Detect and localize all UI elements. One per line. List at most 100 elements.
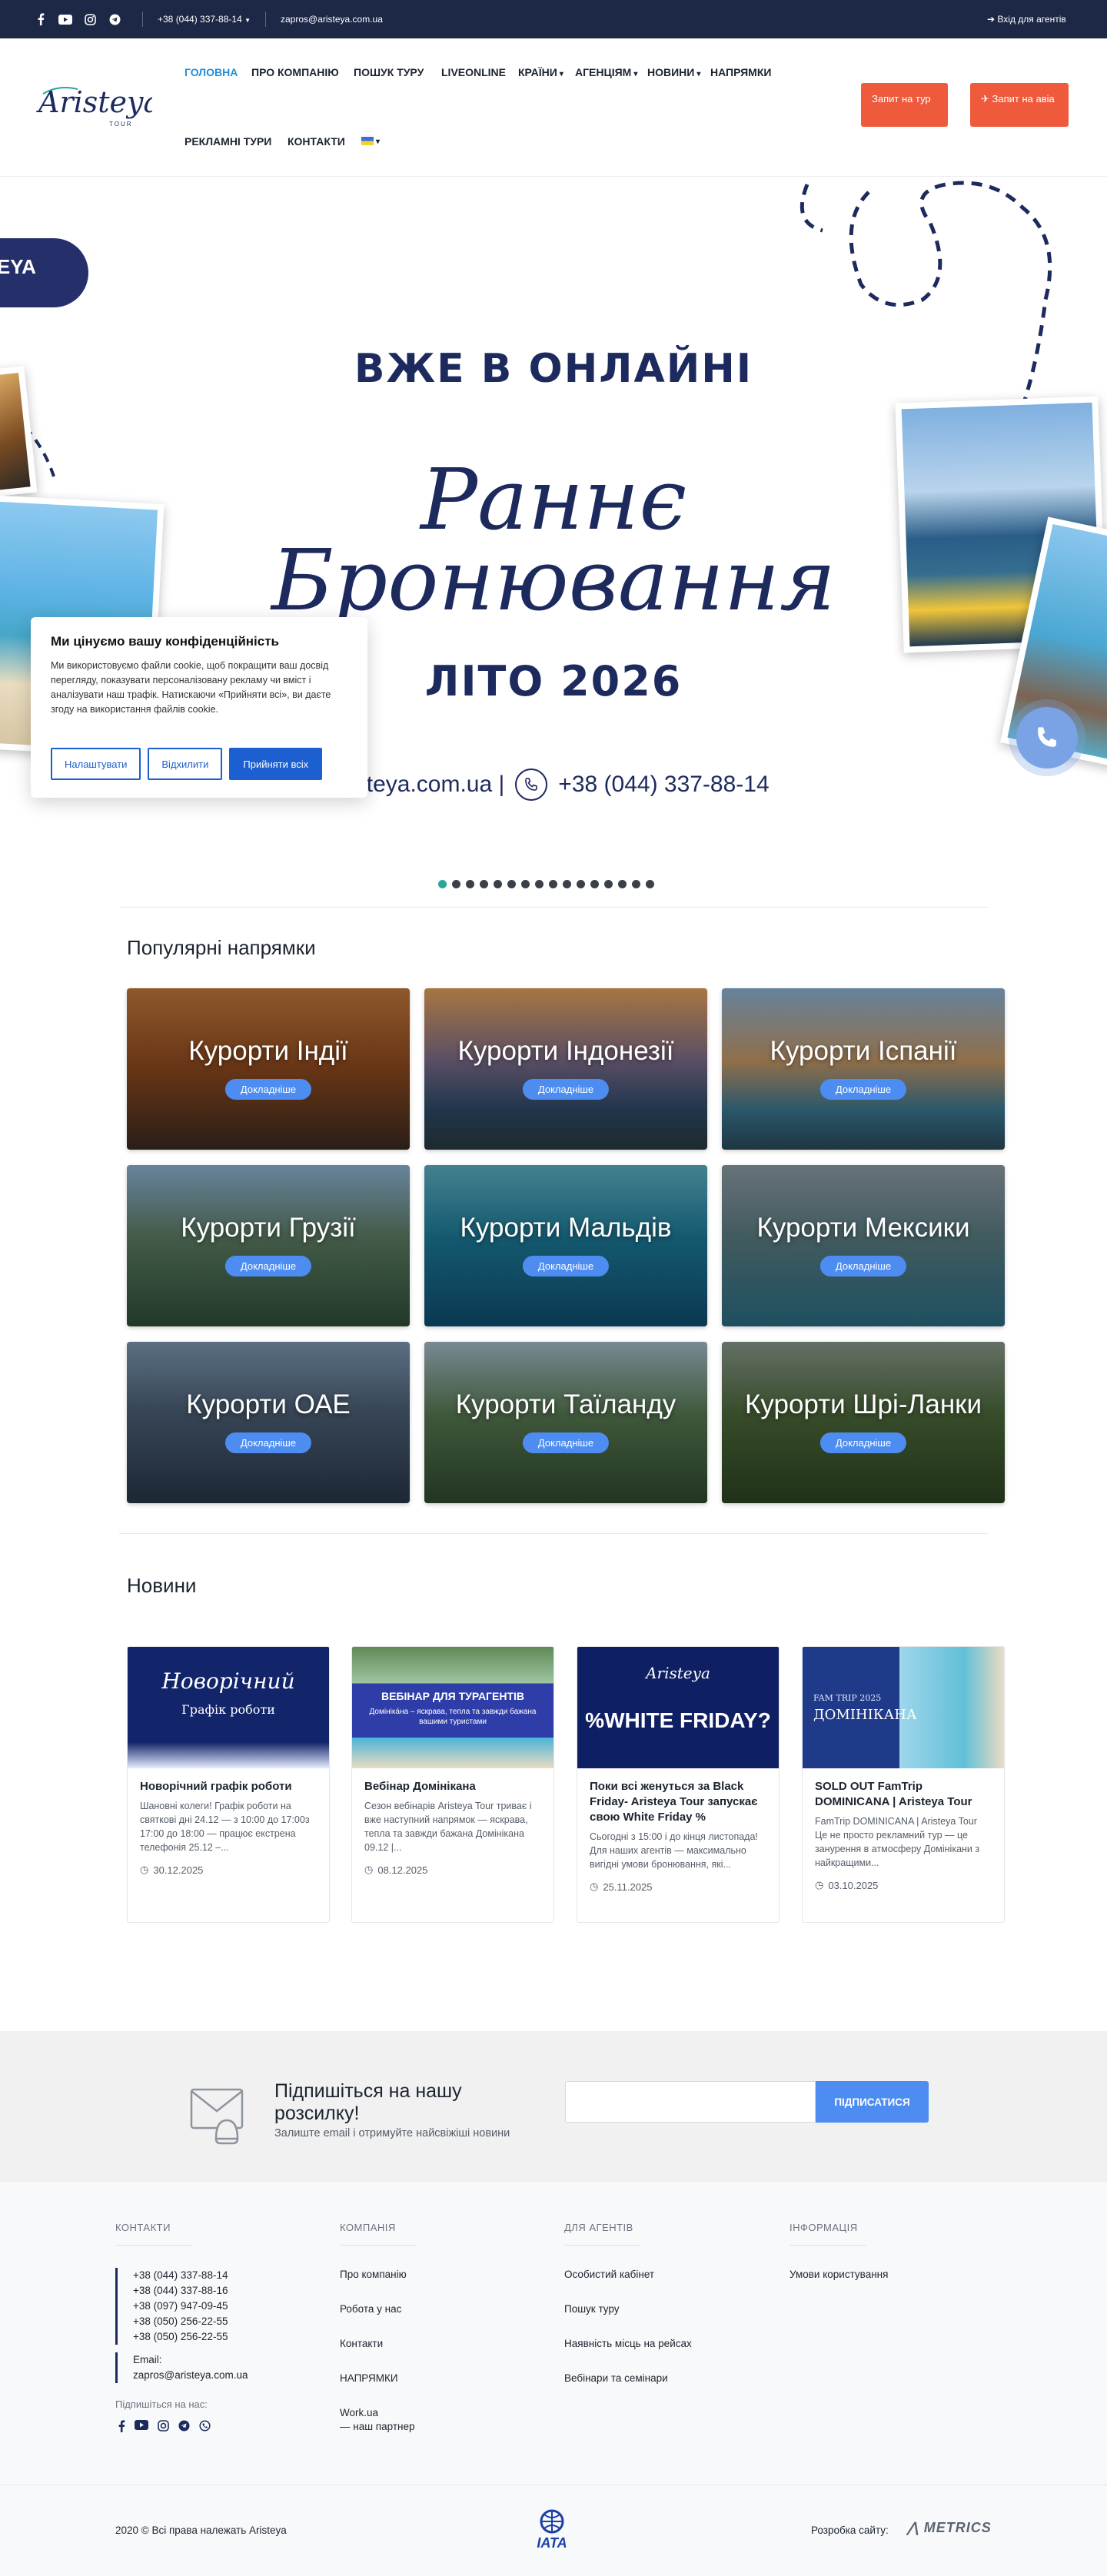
footer-link[interactable]: Work.ua [340, 2406, 378, 2420]
footer-phone[interactable]: +38 (050) 256-22-55 [133, 2314, 228, 2329]
footer-link[interactable]: Про компанію [340, 2268, 407, 2282]
slider-dot[interactable] [646, 880, 654, 888]
destination-card[interactable]: Курорти ОАЕ Докладніше [127, 1342, 410, 1503]
slider-dot[interactable] [563, 880, 571, 888]
footer-link[interactable]: Особистий кабінет [564, 2268, 654, 2282]
slider-dot[interactable] [535, 880, 544, 888]
nav-search[interactable]: ПОШУК ТУРУ [354, 66, 424, 78]
news-card-title[interactable]: SOLD OUT FamTrip DOMINICANA | Aristeya T… [815, 1779, 992, 1810]
topbar-phone[interactable]: +38 (044) 337-88-14 ▼ [158, 14, 251, 25]
callback-phone-button[interactable] [1016, 707, 1078, 768]
nav-directions[interactable]: НАПРЯМКИ [710, 66, 771, 78]
facebook-icon[interactable] [118, 2420, 125, 2436]
developer-logo[interactable]: ⋀ METRICS [907, 2520, 992, 2536]
instagram-icon[interactable] [158, 2420, 169, 2436]
nav-contacts[interactable]: КОНТАКТИ [288, 135, 345, 148]
footer-link[interactable]: Контакти [340, 2337, 383, 2351]
nav-agencies[interactable]: АГЕНЦІЯМ ▾ [575, 66, 637, 78]
slider-dots[interactable] [438, 880, 654, 888]
destination-card[interactable]: Курорти Мексики Докладніше [722, 1165, 1005, 1326]
slider-dot[interactable] [438, 880, 447, 888]
slider-dot[interactable] [577, 880, 585, 888]
slider-dot[interactable] [604, 880, 613, 888]
slider-dot[interactable] [521, 880, 530, 888]
viber-icon[interactable] [199, 2420, 211, 2436]
request-tour-button[interactable]: Запит на тур [861, 83, 948, 127]
nav-home[interactable]: ГОЛОВНА [184, 66, 238, 78]
cookie-accept-button[interactable]: Прийняти всіх [229, 748, 323, 780]
slider-dot[interactable] [618, 880, 627, 888]
footer-link[interactable]: НАПРЯМКИ [340, 2372, 398, 2385]
footer-col-agents: ДЛЯ АГЕНТІВ [564, 2222, 641, 2246]
destination-card[interactable]: Курорти Іспанії Докладніше [722, 988, 1005, 1150]
request-avia-button[interactable]: ✈ Запит на авіа [970, 83, 1069, 127]
nav-news[interactable]: НОВИНИ ▾ [647, 66, 700, 78]
slider-dot[interactable] [632, 880, 640, 888]
news-card[interactable]: Aristeya %WHITE FRIDAY? Поки всі женутьс… [577, 1646, 780, 1923]
destination-more-button[interactable]: Докладніше [819, 1256, 907, 1276]
destination-more-button[interactable]: Докладніше [224, 1256, 312, 1276]
footer-email[interactable]: zapros@aristeya.com.ua [133, 2368, 248, 2383]
footer-phone[interactable]: +38 (097) 947-09-45 [133, 2299, 228, 2314]
cookie-title: Ми цінуємо вашу конфіденційність [51, 634, 280, 649]
destination-card[interactable]: Курорти Шрі-Ланки Докладніше [722, 1342, 1005, 1503]
slider-dot[interactable] [466, 880, 474, 888]
destination-card[interactable]: Курорти Індонезії Докладніше [424, 988, 707, 1150]
destination-card[interactable]: Курорти Індії Докладніше [127, 988, 410, 1150]
subscribe-button[interactable]: ПІДПИСАТИСЯ [816, 2081, 929, 2123]
slider-dot[interactable] [507, 880, 516, 888]
hero-slider[interactable]: TEYA ВЖЕ В ОНЛАЙНІ Раннє Бронювання ЛІТО… [0, 177, 1107, 953]
facebook-icon[interactable] [34, 12, 48, 26]
cookie-reject-button[interactable]: Відхилити [148, 748, 223, 780]
newsletter-email-input[interactable] [565, 2081, 816, 2123]
footer-phone[interactable]: +38 (050) 256-22-55 [133, 2329, 228, 2345]
news-image-caption: %WHITE FRIDAY? [585, 1708, 771, 1732]
destination-more-button[interactable]: Докладніше [224, 1432, 312, 1453]
news-card-title[interactable]: Вебінар Домінікана [364, 1779, 541, 1794]
youtube-icon[interactable] [135, 2420, 148, 2436]
footer-link[interactable]: Наявність місць на рейсах [564, 2337, 692, 2351]
telegram-icon[interactable] [108, 12, 121, 26]
slider-dot[interactable] [452, 880, 460, 888]
news-card-title[interactable]: Новорічний графік роботи [140, 1779, 317, 1794]
slider-dot[interactable] [480, 880, 488, 888]
footer-link[interactable]: Вебінари та семінари [564, 2372, 668, 2385]
topbar-email[interactable]: zapros@aristeya.com.ua [281, 14, 383, 25]
slider-dot[interactable] [590, 880, 599, 888]
footer-phone[interactable]: +38 (044) 337-88-14 [133, 2268, 228, 2283]
footer-phone[interactable]: +38 (044) 337-88-16 [133, 2283, 228, 2299]
logo[interactable]: Aristeya TOUR [35, 78, 161, 132]
destination-more-button[interactable]: Докладніше [224, 1079, 312, 1100]
footer-link[interactable]: Пошук туру [564, 2302, 620, 2316]
destination-overlay [722, 1165, 1005, 1326]
footer-link[interactable]: Умови користування [790, 2268, 888, 2282]
destination-overlay [127, 988, 410, 1150]
youtube-icon[interactable] [58, 12, 72, 26]
telegram-icon[interactable] [178, 2420, 190, 2436]
slider-dot[interactable] [549, 880, 557, 888]
news-card-title[interactable]: Поки всі женуться за Black Friday- Arist… [590, 1779, 766, 1825]
destination-card[interactable]: Курорти Грузії Докладніше [127, 1165, 410, 1326]
destination-card[interactable]: Курорти Мальдів Докладніше [424, 1165, 707, 1326]
destination-more-button[interactable]: Докладніше [522, 1432, 610, 1453]
destination-overlay [127, 1342, 410, 1503]
nav-countries[interactable]: КРАЇНИ ▾ [518, 66, 563, 78]
agent-login-link[interactable]: ➔ Вхід для агентів [987, 14, 1066, 25]
cookie-settings-button[interactable]: Налаштувати [51, 748, 141, 780]
language-switcher[interactable]: ▾ [361, 134, 380, 146]
news-image-caption: Новорічний [161, 1668, 295, 1694]
nav-liveonline[interactable]: LIVEONLINE [441, 66, 506, 78]
footer-link[interactable]: Робота у нас [340, 2302, 401, 2316]
news-card[interactable]: FAM TRIP 2025 ДОМІНІКАНА SOLD OUT FamTri… [802, 1646, 1005, 1923]
news-card[interactable]: Новорічний Графік роботи Новорічний граф… [127, 1646, 330, 1923]
destination-more-button[interactable]: Докладніше [522, 1079, 610, 1100]
news-card[interactable]: ВЕБІНАР ДЛЯ ТУРАГЕНТІВ Домініка́на – яск… [351, 1646, 554, 1923]
destination-card[interactable]: Курорти Таїланду Докладніше [424, 1342, 707, 1503]
nav-ad-tours[interactable]: РЕКЛАМНІ ТУРИ [184, 135, 271, 148]
destination-more-button[interactable]: Докладніше [819, 1432, 907, 1453]
slider-dot[interactable] [494, 880, 502, 888]
nav-about[interactable]: ПРО КОМПАНІЮ [251, 66, 339, 78]
instagram-icon[interactable] [83, 12, 97, 26]
destination-more-button[interactable]: Докладніше [522, 1256, 610, 1276]
destination-more-button[interactable]: Докладніше [819, 1079, 907, 1100]
